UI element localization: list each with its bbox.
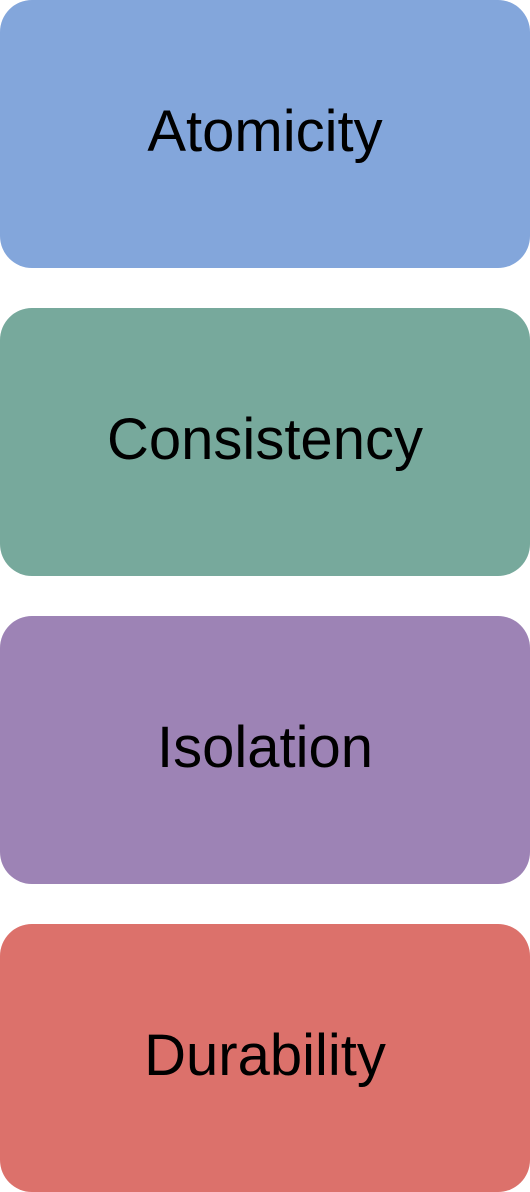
durability-label: Durability — [144, 1023, 386, 1088]
durability-box: Durability — [0, 924, 530, 1192]
isolation-box: Isolation — [0, 616, 530, 884]
isolation-label: Isolation — [156, 715, 374, 780]
consistency-box: Consistency — [0, 308, 530, 576]
acid-properties-diagram: Atomicity Consistency Isolation Durabili… — [0, 0, 530, 1192]
consistency-label: Consistency — [107, 407, 423, 472]
atomicity-label: Atomicity — [147, 99, 383, 164]
atomicity-box: Atomicity — [0, 0, 530, 268]
